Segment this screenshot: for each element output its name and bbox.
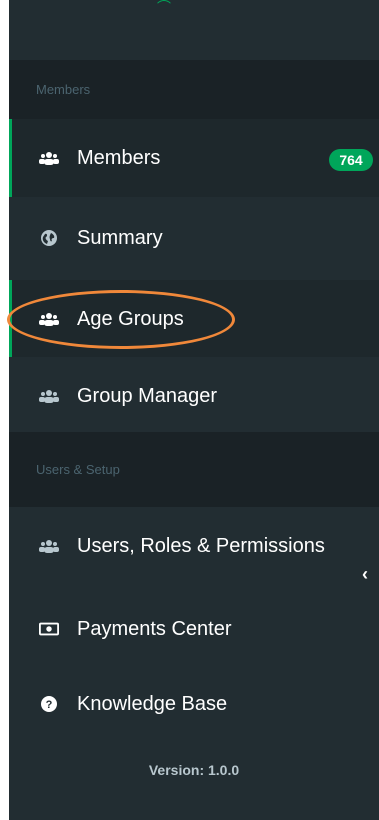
sidebar-item-members[interactable]: Members 764 bbox=[9, 119, 379, 197]
globe-icon bbox=[39, 228, 59, 248]
members-count-badge: 764 bbox=[329, 149, 373, 171]
sidebar-item-label: Summary bbox=[77, 226, 163, 249]
sidebar-item-label: Age Groups bbox=[77, 307, 184, 330]
sidebar-item-users-roles-permissions[interactable]: Users, Roles & Permissions bbox=[9, 507, 379, 585]
chevron-left-icon[interactable]: ‹ bbox=[358, 564, 372, 585]
version-label: Version: 1.0.0 bbox=[148, 762, 240, 778]
money-icon bbox=[39, 619, 59, 639]
sidebar-item-label: Payments Center bbox=[77, 617, 232, 640]
users-icon bbox=[39, 148, 59, 168]
users-icon bbox=[39, 536, 59, 556]
sidebar: ⌒ Members Members 764 Summary Age Groups… bbox=[9, 0, 379, 820]
section-header-users-setup: Users & Setup bbox=[9, 432, 379, 507]
sidebar-item-label: Knowledge Base bbox=[77, 692, 228, 715]
sidebar-item-label: Members bbox=[77, 146, 161, 169]
sidebar-item-group-manager[interactable]: Group Manager bbox=[9, 357, 379, 435]
users-icon bbox=[39, 309, 59, 329]
brand-area: ⌒ bbox=[9, 0, 379, 60]
sidebar-item-label: Group Manager bbox=[77, 384, 218, 407]
sidebar-item-knowledge-base[interactable]: ? Knowledge Base bbox=[9, 665, 379, 743]
section-header-members: Members bbox=[9, 60, 379, 119]
question-circle-icon: ? bbox=[39, 694, 59, 714]
sidebar-item-summary[interactable]: Summary bbox=[9, 199, 379, 277]
sidebar-item-age-groups[interactable]: Age Groups bbox=[9, 280, 379, 358]
brand-logo-fragment: ⌒ bbox=[157, 0, 171, 8]
sidebar-item-label: Users, Roles & Permissions bbox=[77, 534, 325, 557]
svg-text:?: ? bbox=[46, 699, 53, 711]
sidebar-item-payments-center[interactable]: Payments Center bbox=[9, 590, 379, 668]
users-icon bbox=[39, 386, 59, 406]
